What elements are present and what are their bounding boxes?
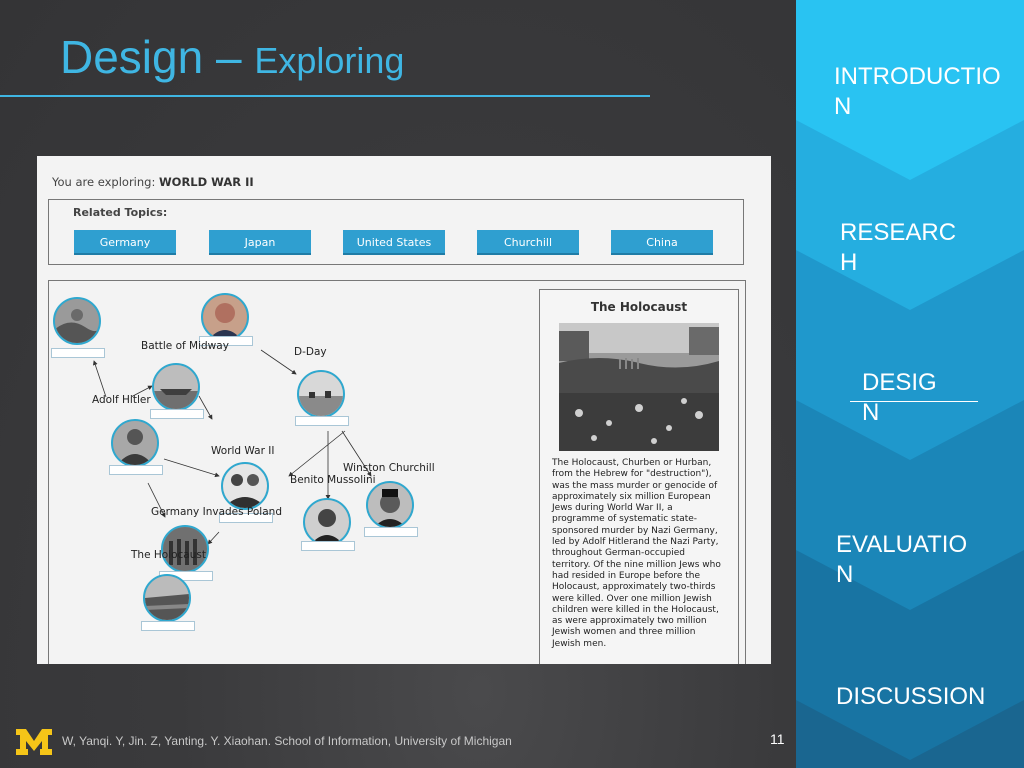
node-world-war-ii[interactable] bbox=[221, 462, 269, 510]
slide-title: Design – Exploring bbox=[60, 30, 404, 84]
node-tag bbox=[109, 465, 163, 475]
nav-label-line: N bbox=[834, 93, 852, 120]
detail-line: territory. Of the nine million Jews who bbox=[552, 559, 721, 570]
detail-line: from the Hebrew for "destruction"), bbox=[552, 469, 712, 480]
detail-line: children were killed in the Holocaust, bbox=[552, 604, 719, 615]
title-main: Design – bbox=[60, 31, 255, 83]
title-sub: Exploring bbox=[254, 40, 405, 81]
nav-label-line: DISCUSSION bbox=[836, 683, 986, 710]
node-battle-of-midway[interactable] bbox=[152, 363, 200, 411]
detail-line: sponsored murder by Nazi Germany, bbox=[552, 525, 718, 536]
explorer-screenshot: You are exploring: WORLD WAR II Related … bbox=[37, 156, 771, 664]
detail-line: The Holocaust, Churben or Hurban, bbox=[552, 458, 712, 468]
node-tag bbox=[301, 541, 355, 551]
edge-ww2 bbox=[163, 458, 220, 478]
nav-label-line: H bbox=[840, 249, 858, 276]
detail-line: programme of systematic state- bbox=[552, 514, 698, 525]
detail-text: The Holocaust, Churben or Hurban, from t… bbox=[552, 458, 732, 650]
topic-button-japan[interactable]: Japan bbox=[209, 230, 311, 255]
label-winston-churchill: Winston Churchill bbox=[343, 462, 435, 474]
node-benito-mussolini[interactable] bbox=[303, 498, 351, 546]
edge-midway bbox=[92, 360, 107, 398]
photo-ship-icon bbox=[154, 365, 198, 409]
nav-item-evaluation[interactable]: EVALUATIO N bbox=[836, 530, 967, 590]
detail-line: Jewish men. bbox=[552, 638, 607, 649]
topic-detail-panel: The Holocaust The Holocaust, Churben or … bbox=[539, 289, 739, 664]
photo-holocaust-icon bbox=[145, 576, 189, 620]
label-benito-mussolini: Benito Mussolini bbox=[290, 474, 376, 486]
related-topics-panel: Related Topics: Germany Japan United Sta… bbox=[48, 199, 744, 265]
label-the-holocaust: The Holocaust bbox=[131, 549, 206, 561]
label-germany-invades-poland: Germany Invades Poland bbox=[151, 506, 282, 518]
node-person-portrait[interactable] bbox=[201, 293, 249, 341]
nav-item-research[interactable]: RESEARC H bbox=[840, 218, 956, 278]
topic-button-germany[interactable]: Germany bbox=[74, 230, 176, 255]
exploring-topic: WORLD WAR II bbox=[158, 175, 254, 189]
node-adolf-hitler[interactable] bbox=[111, 419, 159, 467]
detail-line: as were approximately two million bbox=[552, 616, 707, 627]
footer-credits: W, Yanqi. Y, Jin. Z, Yanting. Y. Xiaohan… bbox=[62, 734, 512, 748]
topic-button-china[interactable]: China bbox=[611, 230, 713, 255]
node-tag bbox=[51, 348, 105, 358]
detail-line: Jewish women and three million bbox=[552, 627, 696, 638]
nav-active-underline bbox=[850, 401, 978, 402]
nav-label-line: EVALUATIO bbox=[836, 531, 968, 558]
edge-dday-ww2 bbox=[288, 430, 346, 477]
holocaust-photo bbox=[559, 323, 719, 451]
node-tag bbox=[364, 527, 418, 537]
node-tag bbox=[295, 416, 349, 426]
detail-title: The Holocaust bbox=[590, 300, 688, 314]
label-adolf-hitler: Adolf Hitler bbox=[92, 394, 151, 406]
photo-portrait-icon bbox=[203, 295, 247, 339]
nav-label-line: RESEARC bbox=[840, 219, 957, 246]
node-tag bbox=[150, 409, 204, 419]
nav-label-line: DESIG bbox=[862, 369, 937, 396]
exploring-prefix: You are exploring: bbox=[52, 175, 156, 189]
node-d-day[interactable] bbox=[297, 370, 345, 418]
nav-item-discussion[interactable]: DISCUSSION bbox=[836, 682, 985, 712]
nav-label-line: N bbox=[862, 399, 880, 426]
nav-item-introduction[interactable]: INTRODUCTIO N bbox=[834, 62, 1001, 122]
nav-label-line: INTRODUCTIO bbox=[834, 63, 1001, 90]
photo-mussolini-icon bbox=[305, 500, 349, 544]
node-battle-stalingrad[interactable] bbox=[53, 297, 101, 345]
edge-holocaust bbox=[207, 531, 220, 545]
related-topics-label: Related Topics: bbox=[73, 206, 168, 219]
detail-line: throughout German-occupied bbox=[552, 548, 685, 559]
edge-dday bbox=[260, 349, 297, 375]
topic-graph-panel: Battle of Midway D-Day Adolf Hitler Worl… bbox=[48, 280, 746, 664]
detail-line: led by Adolf Hitlerand the Nazi Party, bbox=[552, 537, 719, 548]
photo-sailor-icon bbox=[223, 464, 267, 508]
photo-churchill-icon bbox=[368, 483, 412, 527]
university-logo-icon bbox=[16, 729, 52, 755]
detail-line: approximately six million European bbox=[552, 491, 711, 502]
detail-line: were killed. Over one million Jewish bbox=[552, 593, 712, 604]
exploring-heading: You are exploring: WORLD WAR II bbox=[52, 175, 254, 189]
label-d-day: D-Day bbox=[294, 346, 327, 358]
title-underline bbox=[0, 95, 650, 97]
node-the-holocaust[interactable] bbox=[143, 574, 191, 622]
detail-line: was the mass murder or genocide of bbox=[552, 480, 718, 491]
detail-line: Jews during World War II, a bbox=[552, 503, 673, 514]
photo-soldiers-icon bbox=[55, 299, 99, 343]
node-winston-churchill[interactable] bbox=[366, 481, 414, 529]
topic-button-united-states[interactable]: United States bbox=[343, 230, 445, 255]
topic-button-churchill[interactable]: Churchill bbox=[477, 230, 579, 255]
nav-item-design[interactable]: DESIG N bbox=[862, 368, 937, 428]
page-number: 11 bbox=[770, 731, 785, 747]
photo-hitler-icon bbox=[113, 421, 157, 465]
nav-label-line: N bbox=[836, 561, 854, 588]
photo-beach-icon bbox=[299, 372, 343, 416]
detail-line: had resided in Europe before the bbox=[552, 570, 701, 581]
node-tag bbox=[141, 621, 195, 631]
label-battle-of-midway: Battle of Midway bbox=[141, 340, 229, 352]
label-world-war-ii: World War II bbox=[211, 445, 275, 457]
detail-line: Holocaust, approximately two-thirds bbox=[552, 582, 716, 593]
